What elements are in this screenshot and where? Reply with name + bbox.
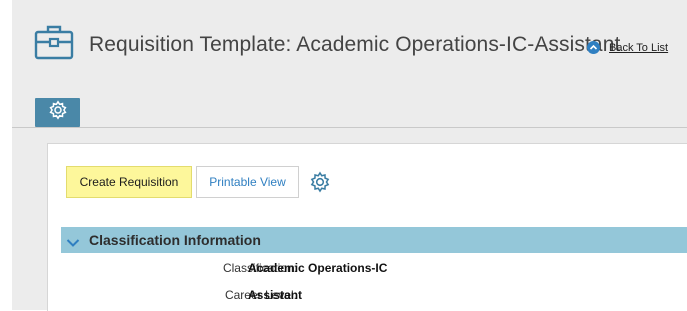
- back-to-list-label: Back To List: [609, 41, 669, 54]
- gear-icon[interactable]: [309, 171, 331, 193]
- chevron-up-circle-icon: [587, 41, 600, 54]
- field-value: Assistant: [248, 288, 303, 302]
- page-title: Requisition Template: Academic Operation…: [89, 33, 621, 56]
- tab-divider: [12, 127, 687, 128]
- tab-settings[interactable]: [35, 98, 80, 127]
- field-row-career-level: Career Level: Assistant: [61, 288, 687, 308]
- section-header-classification[interactable]: Classification Information: [61, 227, 687, 253]
- printable-view-button[interactable]: Printable View: [196, 166, 299, 198]
- create-requisition-button[interactable]: Create Requisition: [66, 166, 192, 198]
- chevron-down-icon: [66, 235, 80, 247]
- field-row-classification: Classification: Academic Operations-IC: [61, 261, 687, 281]
- back-to-list-link[interactable]: Back To List: [587, 41, 668, 54]
- section-title: Classification Information: [89, 232, 261, 248]
- briefcase-icon: [34, 24, 74, 60]
- field-value: Academic Operations-IC: [248, 261, 388, 275]
- gear-icon: [48, 100, 68, 125]
